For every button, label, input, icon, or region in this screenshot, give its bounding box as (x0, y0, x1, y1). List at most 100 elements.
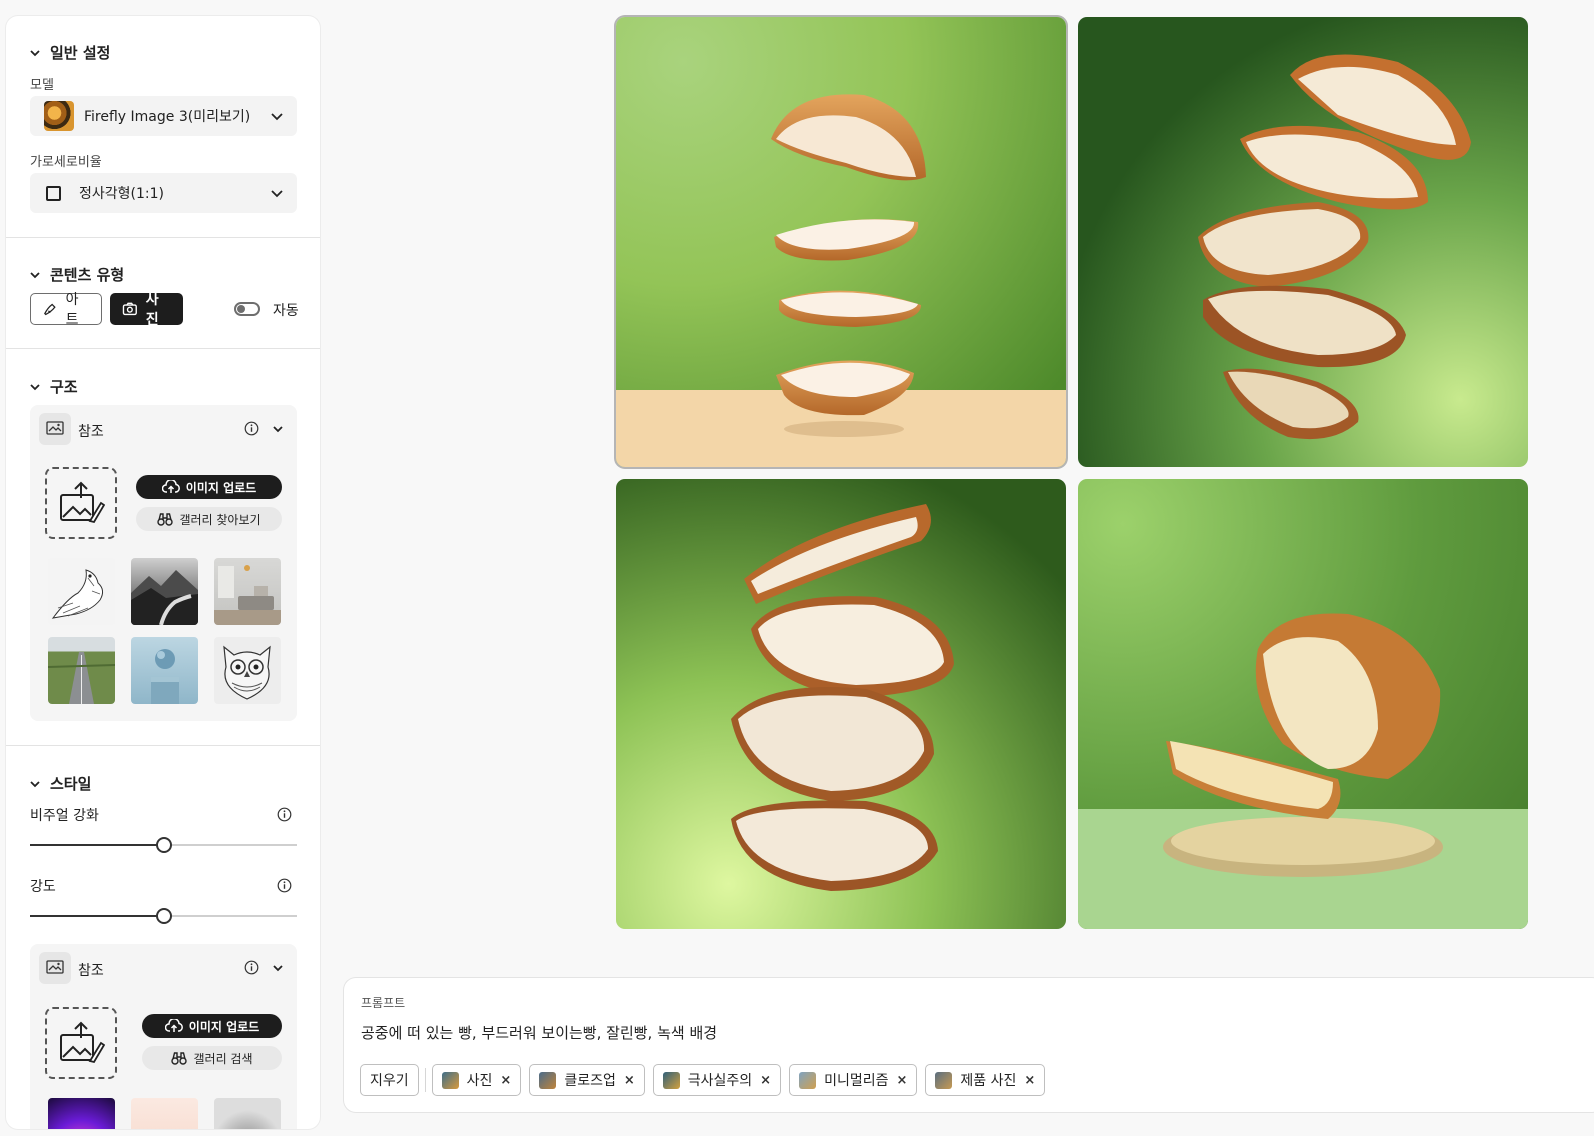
visual-intensity-label: 비주얼 강화 (30, 808, 99, 824)
aspect-ratio-select[interactable]: 정사각형(1:1) (30, 173, 297, 213)
chip-thumbnail (441, 1071, 459, 1089)
chevron-down-icon (271, 113, 283, 121)
reference-image-icon (39, 952, 71, 984)
strength-label: 강도 (30, 879, 56, 895)
chevron-down-icon (271, 190, 283, 198)
structure-toggle[interactable]: 구조 (30, 376, 78, 397)
style-toggle[interactable]: 스타일 (30, 773, 91, 794)
reference-title: 참조 (78, 424, 104, 440)
camera-icon (122, 302, 137, 316)
info-icon[interactable] (244, 960, 259, 975)
upload-dropzone[interactable] (45, 1007, 117, 1079)
chevron-down-icon (30, 49, 40, 56)
remove-icon[interactable]: × (1024, 1073, 1035, 1088)
generated-image-3[interactable] (616, 479, 1066, 929)
upload-dropzone[interactable] (45, 467, 117, 539)
prompt-input[interactable]: 공중에 떠 있는 빵, 부드러워 보이는빵, 잘린빵, 녹색 배경 (361, 1022, 1461, 1043)
browse-gallery-button[interactable]: 갤러리 찾아보기 (136, 507, 282, 531)
chip-thumbnail (662, 1071, 680, 1089)
thumbnail-neon-style[interactable] (48, 1098, 115, 1129)
thumbnail-sphere-pedestal[interactable] (131, 637, 198, 704)
divider (6, 745, 320, 746)
reference-title: 참조 (78, 963, 104, 979)
search-gallery-button[interactable]: 갤러리 검색 (142, 1046, 282, 1070)
photo-button[interactable]: 사진 (110, 292, 183, 328)
thumbnail-pastel-style[interactable] (131, 1098, 198, 1129)
style-reference-panel: 참조 이미지 업로드 갤러리 검색 (30, 944, 297, 1129)
chip-label: 클로즈업 (564, 1073, 616, 1089)
auto-toggle[interactable] (234, 302, 260, 316)
visual-intensity-slider[interactable] (30, 837, 297, 853)
info-icon[interactable] (244, 421, 259, 436)
aspect-ratio-value: 정사각형(1:1) (79, 186, 164, 202)
square-icon (46, 185, 61, 201)
chip-thumbnail (799, 1071, 817, 1089)
model-value: Firefly Image 3(미리보기) (84, 109, 251, 125)
section-title: 스타일 (50, 775, 92, 793)
brush-icon (44, 303, 56, 316)
cloud-upload-icon (164, 1019, 183, 1032)
chip-thumbnail (935, 1071, 953, 1089)
chip-label: 제품 사진 (960, 1073, 1017, 1089)
clear-button[interactable]: 지우기 (360, 1064, 419, 1096)
upload-image-label: 이미지 업로드 (185, 480, 257, 495)
section-title: 구조 (50, 378, 78, 396)
content-type-toggle[interactable]: 콘텐츠 유형 (30, 264, 124, 285)
chip-minimalism[interactable]: 미니멀리즘 × (789, 1064, 918, 1096)
upload-image-button[interactable]: 이미지 업로드 (142, 1014, 282, 1038)
art-label: 아트 (65, 292, 79, 328)
binoculars-icon (157, 513, 174, 526)
content-type-group: 아트 사진 자동 (30, 292, 310, 328)
reference-image-icon (39, 413, 71, 445)
slider-knob[interactable] (155, 837, 172, 853)
generated-image-1[interactable] (616, 17, 1066, 467)
structure-reference-panel: 참조 이미지 업로드 갤러리 찾아보기 (30, 405, 297, 721)
chip-product-photo[interactable]: 제품 사진 × (925, 1064, 1046, 1096)
settings-panel: 일반 설정 모델 Firefly Image 3(미리보기) 가로세로비율 정사… (6, 16, 320, 1129)
strength-slider[interactable] (30, 908, 297, 924)
chevron-down-icon (30, 780, 40, 787)
model-select[interactable]: Firefly Image 3(미리보기) (30, 96, 297, 136)
chevron-down-icon[interactable] (273, 963, 283, 973)
slider-knob[interactable] (155, 908, 172, 924)
cloud-upload-icon (161, 480, 180, 493)
thumbnail-mountain-river[interactable] (131, 558, 198, 625)
thumbnail-sketch-style[interactable] (214, 1098, 281, 1129)
art-button[interactable]: 아트 (30, 292, 102, 328)
thumbnail-living-room[interactable] (214, 558, 281, 625)
chip-closeup[interactable]: 클로즈업 × (529, 1064, 645, 1096)
chip-hyperrealism[interactable]: 극사실주의 × (652, 1064, 782, 1096)
generated-image-4[interactable] (1078, 479, 1528, 929)
chip-label: 사진 (466, 1073, 493, 1089)
prompt-panel: 프롬프트 공중에 떠 있는 빵, 부드러워 보이는빵, 잘린빵, 녹색 배경 지… (344, 978, 1594, 1112)
divider (6, 237, 320, 238)
thumbnail-owl-sketch[interactable] (214, 637, 281, 704)
aspect-ratio-label: 가로세로비율 (30, 155, 102, 170)
section-title: 일반 설정 (50, 44, 111, 62)
thumbnail-bird-sketch[interactable] (48, 558, 115, 625)
chip-label: 미니멀리즘 (824, 1073, 889, 1089)
upload-image-button[interactable]: 이미지 업로드 (136, 475, 282, 499)
prompt-label: 프롬프트 (361, 996, 406, 1010)
divider (6, 348, 320, 349)
section-title: 콘텐츠 유형 (50, 266, 125, 284)
chip-label: 극사실주의 (687, 1073, 753, 1089)
generated-image-2[interactable] (1078, 17, 1528, 467)
thumbnail-road-field[interactable] (48, 637, 115, 704)
remove-icon[interactable]: × (896, 1073, 907, 1088)
upload-image-icon (60, 481, 105, 524)
info-icon[interactable] (277, 807, 292, 822)
general-settings-toggle[interactable]: 일반 설정 (30, 42, 110, 63)
chip-photo[interactable]: 사진 × (431, 1064, 522, 1096)
remove-icon[interactable]: × (500, 1073, 511, 1088)
chevron-down-icon (30, 271, 40, 278)
upload-image-label: 이미지 업로드 (188, 1019, 260, 1034)
remove-icon[interactable]: × (624, 1073, 635, 1088)
remove-icon[interactable]: × (760, 1073, 771, 1088)
chevron-down-icon (30, 383, 40, 390)
upload-image-icon (60, 1021, 105, 1064)
divider (424, 1068, 426, 1092)
chevron-down-icon[interactable] (273, 424, 283, 434)
chip-thumbnail (539, 1071, 557, 1089)
info-icon[interactable] (277, 878, 292, 893)
